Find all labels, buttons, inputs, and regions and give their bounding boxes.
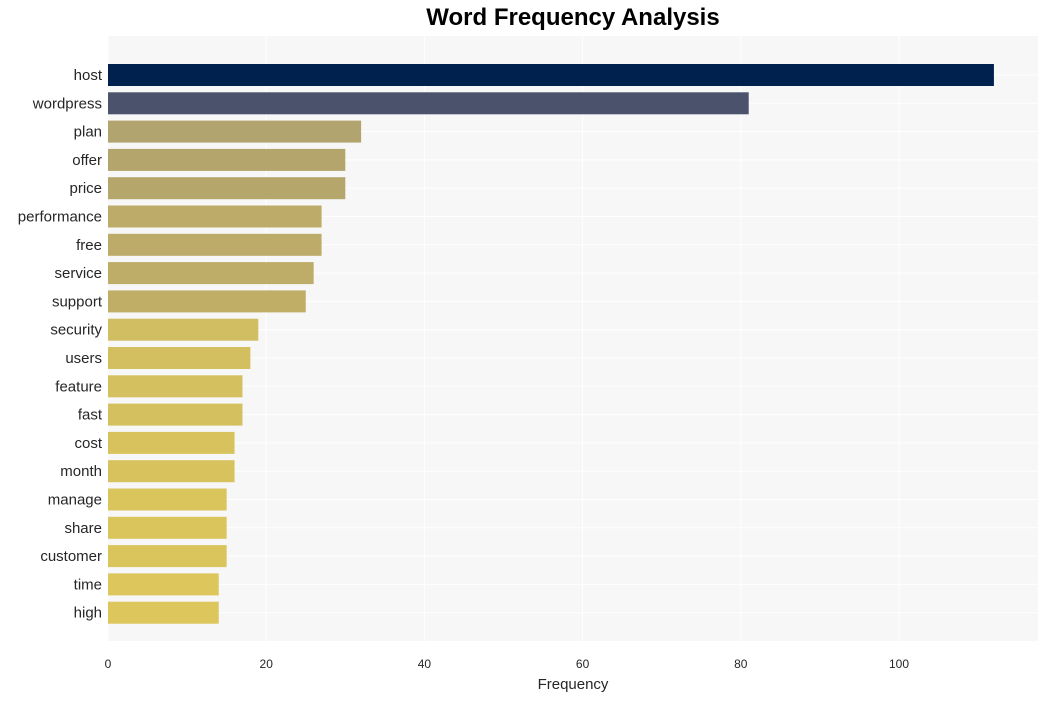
bar-fast (108, 403, 243, 426)
bar-wordpress (108, 92, 749, 115)
bar-service (108, 262, 314, 285)
y-tick-labels: host wordpress plan offer price performance fr… (18, 67, 103, 622)
bar-feature (108, 375, 243, 398)
y-tick-label-plan: plan (74, 124, 102, 141)
bar-customer (108, 545, 227, 568)
y-tick-label-performance: performance (18, 209, 102, 226)
bar-offer (108, 148, 346, 171)
x-tick-label: 20 (260, 657, 274, 671)
bar-users (108, 347, 251, 369)
x-axis-label: Frequency (538, 676, 609, 693)
bar-security (108, 318, 259, 341)
bar-cost (108, 431, 235, 454)
x-tick-label: 60 (576, 657, 590, 671)
y-tick-label-high: high (74, 605, 102, 622)
y-tick-label-manage: manage (48, 492, 102, 509)
bar-price (108, 177, 346, 200)
x-tick-labels: 0 20 40 60 80 100 (105, 657, 910, 671)
x-tick-label: 80 (734, 657, 748, 671)
y-tick-label-free: free (76, 237, 102, 254)
y-tick-label-host: host (74, 67, 103, 84)
bar-chart: host wordpress plan offer price performance fr… (18, 36, 1038, 693)
y-tick-label-feature: feature (55, 378, 102, 395)
y-tick-label-wordpress: wordpress (32, 95, 102, 112)
y-tick-label-offer: offer (72, 152, 102, 169)
y-tick-label-fast: fast (78, 407, 103, 424)
bar-time (108, 573, 219, 596)
y-tick-label-customer: customer (40, 548, 102, 565)
x-tick-label: 40 (418, 657, 432, 671)
y-tick-label-month: month (60, 463, 102, 480)
bar-month (108, 460, 235, 483)
y-tick-label-support: support (52, 293, 103, 310)
bar-performance (108, 205, 322, 228)
x-tick-label: 0 (105, 657, 112, 671)
y-tick-label-service: service (54, 265, 102, 282)
bar-manage (108, 488, 227, 511)
bar-plan (108, 120, 362, 143)
bar-free (108, 233, 322, 256)
bar-host (108, 64, 994, 86)
y-tick-label-security: security (50, 322, 102, 339)
y-tick-label-share: share (64, 520, 102, 537)
y-tick-label-cost: cost (74, 435, 102, 452)
bar-high (108, 601, 219, 624)
bar-support (108, 290, 306, 313)
y-tick-label-price: price (69, 180, 102, 197)
x-tick-label: 100 (889, 657, 909, 671)
y-tick-label-users: users (65, 350, 102, 367)
bar-share (108, 516, 227, 539)
y-tick-label-time: time (74, 576, 102, 593)
